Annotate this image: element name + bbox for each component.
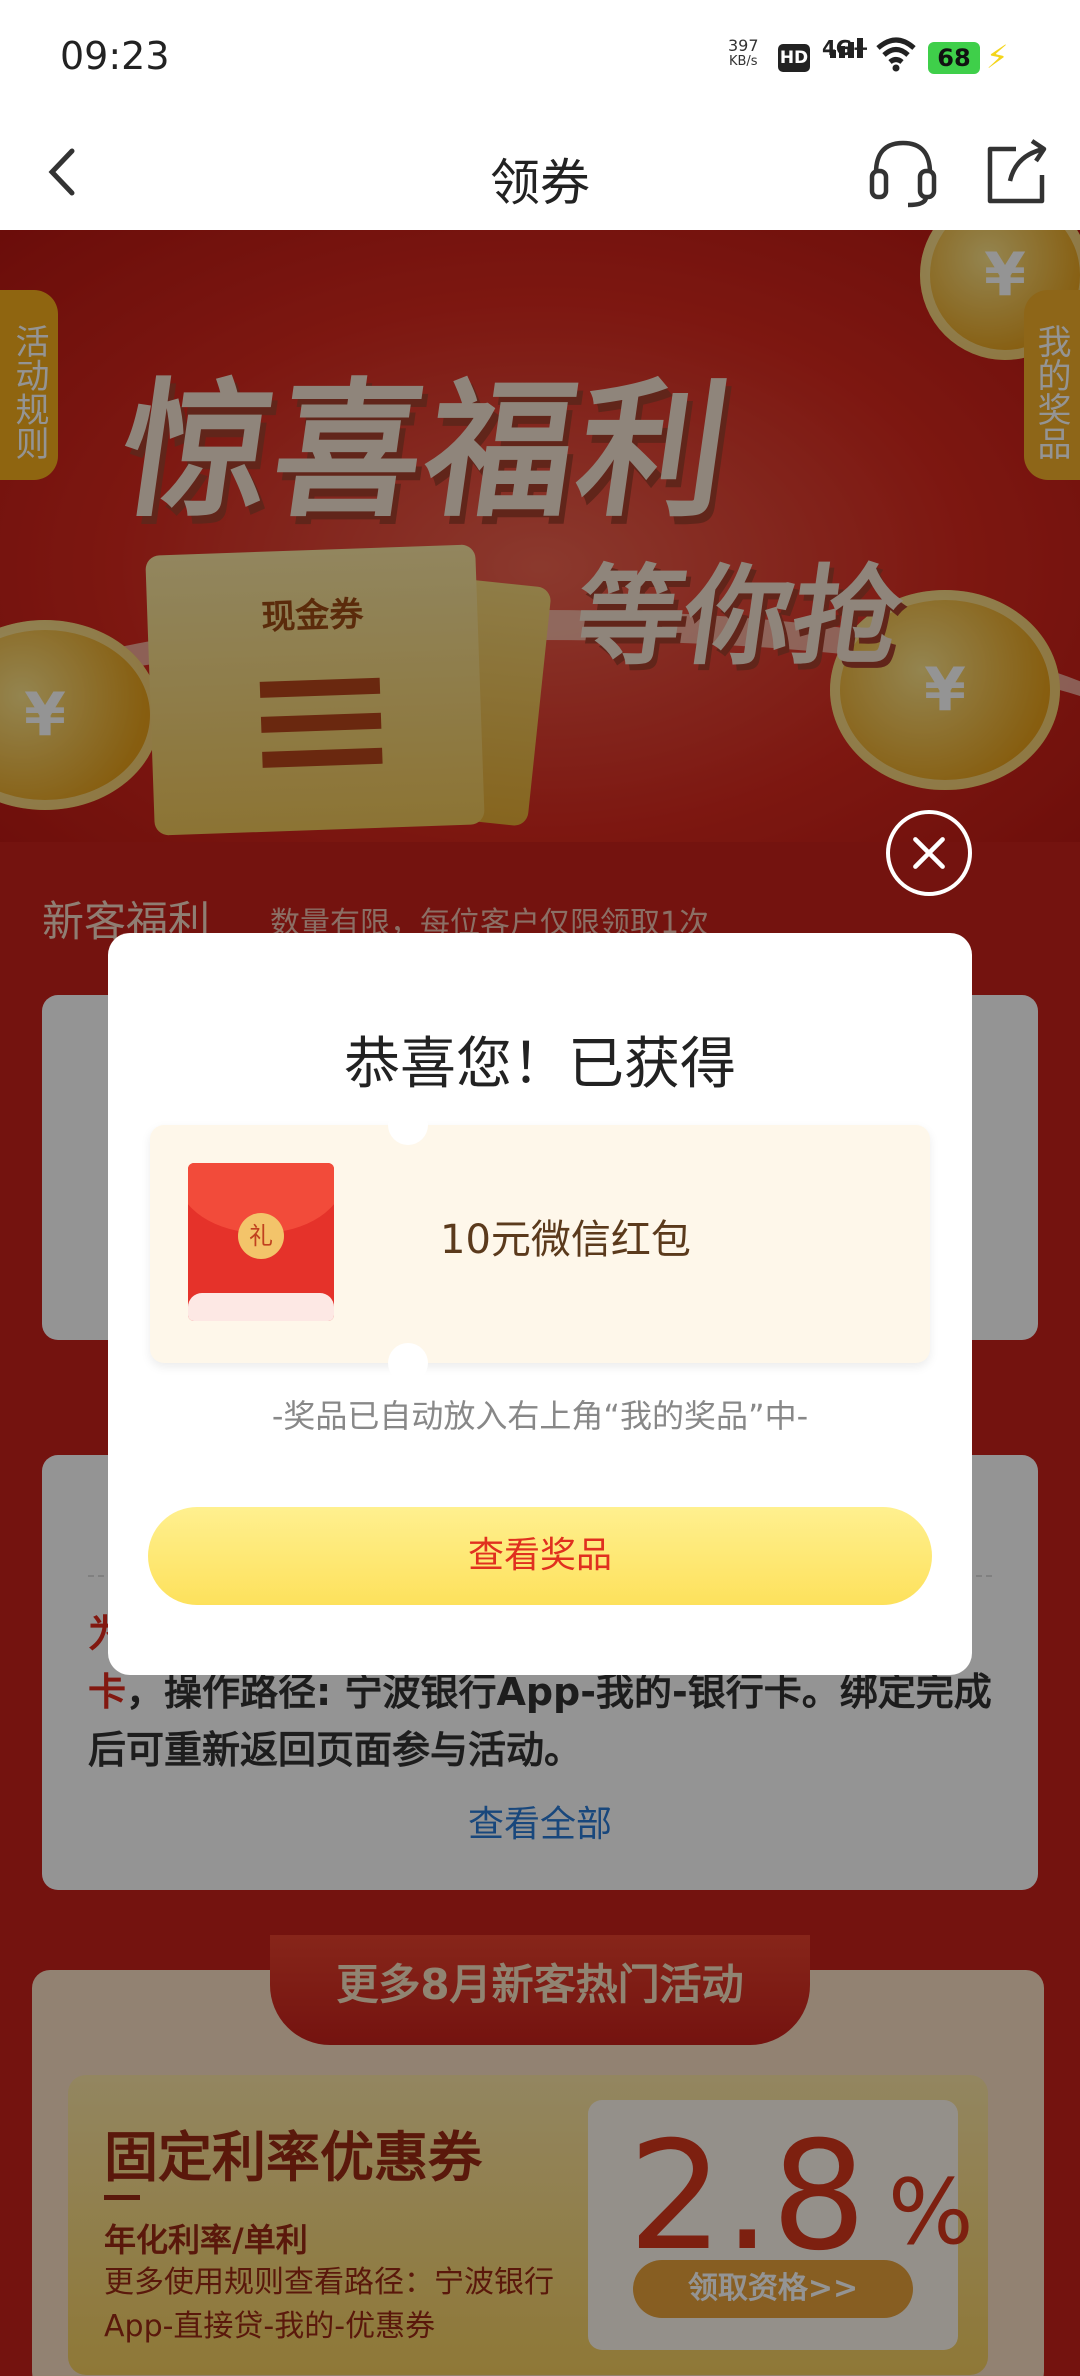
prize-modal: 恭喜您！已获得 礼 10元微信红包 -奖品已自动放入右上角“我的奖品”中- 查看… — [108, 933, 972, 1675]
prize-name: 10元微信红包 — [440, 1217, 691, 1263]
view-prize-button[interactable]: 查看奖品 — [148, 1507, 932, 1605]
modal-title: 恭喜您！已获得 — [344, 1032, 736, 1097]
status-time: 09:23 — [60, 34, 170, 78]
red-envelope-seal: 礼 — [238, 1213, 284, 1259]
prize-note: -奖品已自动放入右上角“我的奖品”中- — [271, 1397, 809, 1435]
prize-card-notch — [388, 1343, 428, 1383]
charging-icon: ⚡ — [986, 38, 1009, 76]
battery-icon: 68 — [928, 42, 980, 74]
status-bar: 09:23 397 KB/s HD 4G+ 68 ⚡ — [0, 0, 1080, 115]
close-icon[interactable] — [886, 810, 972, 896]
prize-card: 礼 10元微信红包 — [150, 1105, 930, 1383]
headset-icon[interactable] — [868, 133, 938, 211]
network-speed-value: 397 — [728, 36, 759, 55]
network-speed-unit: KB/s — [728, 54, 758, 69]
hd-icon: HD — [778, 44, 810, 72]
share-icon[interactable] — [980, 133, 1052, 211]
prize-card-notch — [388, 1105, 428, 1145]
network-speed: 397 KB/s — [728, 38, 759, 70]
wifi-icon — [876, 37, 916, 72]
red-envelope-icon: 礼 — [188, 1163, 334, 1321]
nav-bar: 领券 — [0, 115, 1080, 230]
